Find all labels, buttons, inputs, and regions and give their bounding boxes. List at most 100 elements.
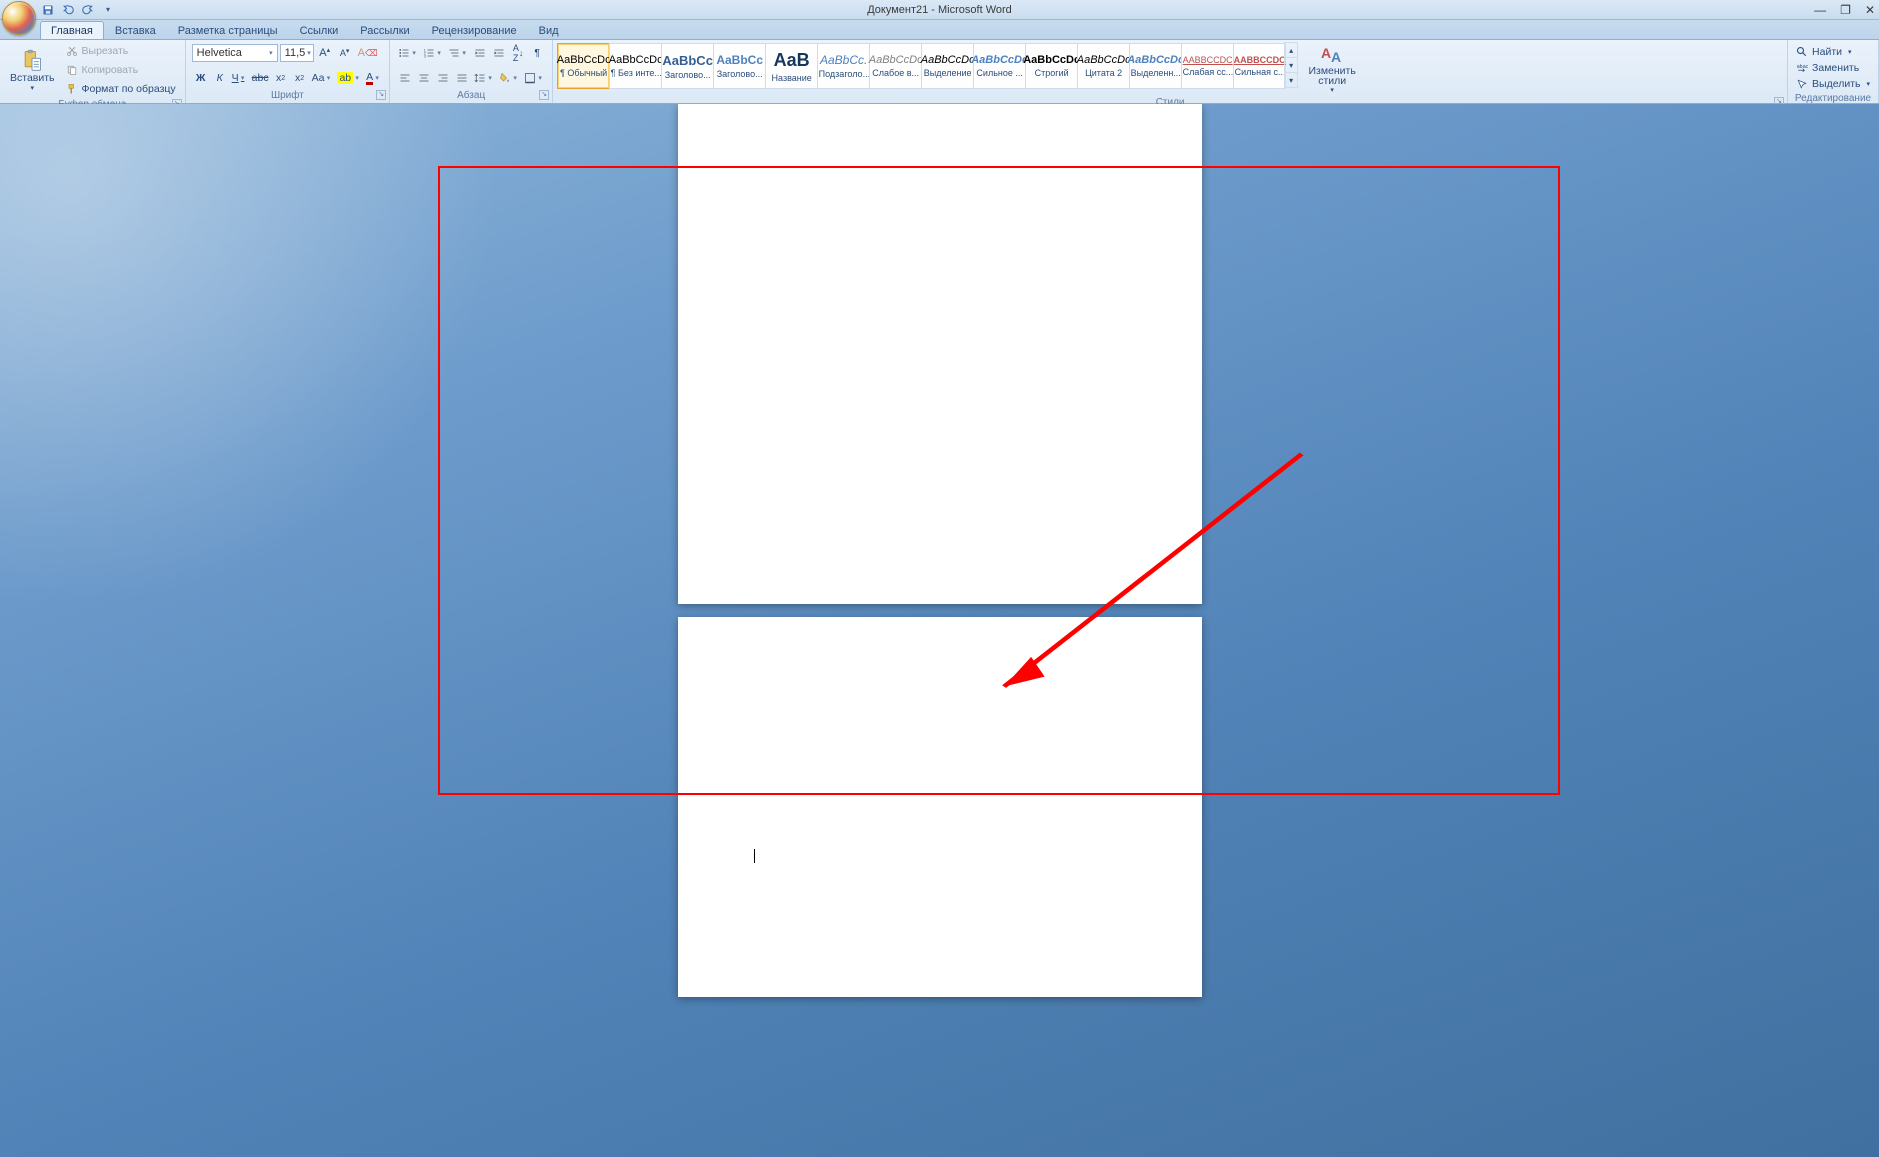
page-2[interactable] xyxy=(678,617,1202,997)
tab-home[interactable]: Главная xyxy=(40,21,104,39)
style-sample: AABBCCDC xyxy=(1234,55,1286,65)
align-center-button[interactable] xyxy=(415,69,433,87)
page-1[interactable] xyxy=(678,104,1202,604)
style-tile-7[interactable]: AaBbCcDc Выделение xyxy=(921,43,974,89)
style-sample: AaBbCcDc xyxy=(1127,54,1184,66)
align-left-button[interactable] xyxy=(396,69,414,87)
style-tile-0[interactable]: AaBbCcDc¶ Обычный xyxy=(557,43,610,89)
format-painter-button[interactable]: Формат по образцу xyxy=(63,80,179,98)
group-clipboard: Вставить ▾ Вырезать Копировать Формат по… xyxy=(0,40,186,103)
style-sample: AaBbCc. xyxy=(820,53,867,67)
select-button[interactable]: Выделить▾ xyxy=(1794,76,1872,92)
bullets-button[interactable] xyxy=(396,44,420,62)
align-right-button[interactable] xyxy=(434,69,452,87)
cut-button[interactable]: Вырезать xyxy=(63,42,179,60)
sort-button[interactable]: AZ↓ xyxy=(509,44,527,62)
maximize-button[interactable]: ❐ xyxy=(1840,3,1851,17)
minimize-button[interactable]: — xyxy=(1814,3,1826,17)
paste-label: Вставить xyxy=(10,72,55,84)
underline-button[interactable]: Ч xyxy=(230,69,249,87)
tab-insert[interactable]: Вставка xyxy=(104,21,167,39)
font-launcher[interactable]: ↘ xyxy=(376,90,386,100)
style-label: Название xyxy=(772,73,812,83)
qat-redo[interactable] xyxy=(80,2,96,18)
style-tile-9[interactable]: AaBbCcDcСтрогий xyxy=(1025,43,1078,89)
style-sample: AaBbCcDc xyxy=(971,54,1028,66)
style-tile-3[interactable]: AaBbCc Заголово... xyxy=(713,43,766,89)
ribbon: Вставить ▾ Вырезать Копировать Формат по… xyxy=(0,40,1879,104)
group-font-label: Шрифт xyxy=(271,90,304,101)
paste-button[interactable]: Вставить ▾ xyxy=(4,42,61,98)
multilevel-button[interactable] xyxy=(446,44,470,62)
grow-font-button[interactable]: A▴ xyxy=(316,44,334,62)
style-label: Слабое в... xyxy=(872,68,919,78)
style-tile-12[interactable]: AABBCCDCСлабая сс... xyxy=(1181,43,1234,89)
numbering-button[interactable]: 123 xyxy=(421,44,445,62)
show-marks-button[interactable]: ¶ xyxy=(528,44,546,62)
subscript-button[interactable]: x2 xyxy=(272,69,290,87)
style-label: Сильная с... xyxy=(1235,67,1285,77)
strike-button[interactable]: abc xyxy=(250,69,271,87)
qat-save[interactable] xyxy=(40,2,56,18)
style-tile-10[interactable]: AaBbCcDcЦитата 2 xyxy=(1077,43,1130,89)
change-case-button[interactable]: Aa xyxy=(310,69,335,87)
style-tile-1[interactable]: AaBbCcDc¶ Без инте... xyxy=(609,43,662,89)
font-size-combo[interactable]: 11,5▾ xyxy=(280,44,314,62)
style-sample: AaBbCc xyxy=(716,53,763,67)
tab-mailings[interactable]: Рассылки xyxy=(349,21,420,39)
shrink-font-button[interactable]: A▾ xyxy=(336,44,354,62)
indent-increase-button[interactable] xyxy=(490,44,508,62)
style-label: ¶ Без инте... xyxy=(611,68,661,78)
highlight-button[interactable]: ab xyxy=(335,69,363,87)
bold-button[interactable]: Ж xyxy=(192,69,210,87)
find-button[interactable]: Найти▾ xyxy=(1794,44,1872,60)
style-tile-13[interactable]: AABBCCDC Сильная с... xyxy=(1233,43,1286,89)
style-gallery[interactable]: AaBbCcDc¶ ОбычныйAaBbCcDc¶ Без инте...Aa… xyxy=(557,42,1285,89)
style-label: Заголово... xyxy=(717,69,763,79)
group-styles: AaBbCcDc¶ ОбычныйAaBbCcDc¶ Без инте...Aa… xyxy=(553,40,1788,103)
style-label: Сильное ... xyxy=(976,68,1022,78)
tab-references[interactable]: Ссылки xyxy=(289,21,350,39)
font-color-button[interactable]: A xyxy=(364,69,383,87)
tab-view[interactable]: Вид xyxy=(528,21,570,39)
group-font: Helvetica▾ 11,5▾ A▴ A▾ A⌫ Ж К Ч abc x2 x… xyxy=(186,40,390,103)
text-cursor xyxy=(754,849,755,863)
style-label: Выделение xyxy=(924,68,972,78)
document-area[interactable] xyxy=(0,104,1879,1157)
tab-review[interactable]: Рецензирование xyxy=(421,21,528,39)
copy-button[interactable]: Копировать xyxy=(63,61,179,79)
qat-undo[interactable] xyxy=(60,2,76,18)
italic-button[interactable]: К xyxy=(211,69,229,87)
paragraph-launcher[interactable]: ↘ xyxy=(539,90,549,100)
shading-button[interactable] xyxy=(497,69,521,87)
office-button[interactable] xyxy=(2,1,36,35)
qat-customize[interactable]: ▾ xyxy=(100,2,116,18)
style-gallery-scroll[interactable]: ▴ ▾ ▾ xyxy=(1284,42,1298,88)
line-spacing-button[interactable] xyxy=(472,69,496,87)
gallery-more[interactable]: ▾ xyxy=(1285,73,1297,87)
style-sample: AaBbCcDc xyxy=(1023,54,1080,66)
clear-formatting-button[interactable]: A⌫ xyxy=(356,44,380,62)
style-tile-2[interactable]: AaBbCcЗаголово... xyxy=(661,43,714,89)
style-tile-8[interactable]: AaBbCcDc Сильное ... xyxy=(973,43,1026,89)
style-tile-4[interactable]: AaBНазвание xyxy=(765,43,818,89)
style-sample: AaBbCcDc xyxy=(869,54,923,66)
align-justify-button[interactable] xyxy=(453,69,471,87)
style-label: Подзаголо... xyxy=(819,69,869,79)
svg-text:ac: ac xyxy=(1803,64,1808,70)
style-tile-11[interactable]: AaBbCcDcВыделенн... xyxy=(1129,43,1182,89)
superscript-button[interactable]: x2 xyxy=(291,69,309,87)
indent-decrease-button[interactable] xyxy=(471,44,489,62)
close-button[interactable]: ✕ xyxy=(1865,3,1875,17)
replace-button[interactable]: abac Заменить xyxy=(1794,60,1872,76)
style-sample: AaBbCcDc xyxy=(921,54,975,66)
tab-layout[interactable]: Разметка страницы xyxy=(167,21,289,39)
font-name-combo[interactable]: Helvetica▾ xyxy=(192,44,278,62)
style-tile-5[interactable]: AaBbCc. Подзаголо... xyxy=(817,43,870,89)
borders-button[interactable] xyxy=(522,69,546,87)
gallery-up[interactable]: ▴ xyxy=(1285,43,1297,58)
style-sample: AaBbCcDc xyxy=(557,54,611,66)
change-styles-button[interactable]: AA Изменить стили ▾ xyxy=(1302,42,1362,96)
gallery-down[interactable]: ▾ xyxy=(1285,58,1297,73)
style-tile-6[interactable]: AaBbCcDc Слабое в... xyxy=(869,43,922,89)
